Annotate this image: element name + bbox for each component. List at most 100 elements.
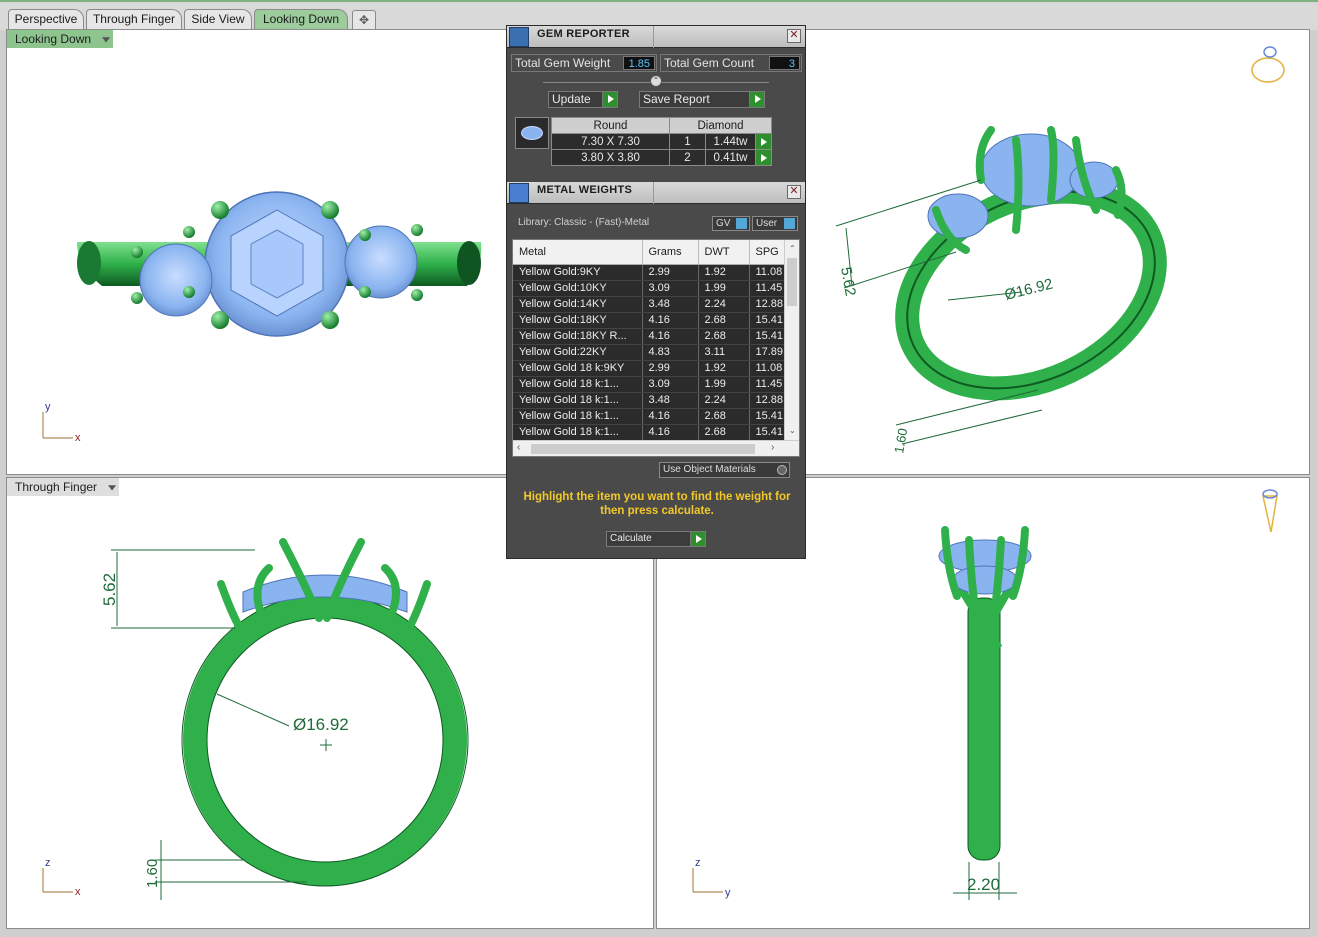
- metal-cell-dwt: 2.68: [698, 408, 750, 425]
- play-arrow-icon: [602, 92, 617, 107]
- gv-toggle-label: GV: [716, 218, 731, 229]
- metal-row[interactable]: Yellow Gold:9KY 2.99 1.92 11.08: [513, 264, 788, 281]
- close-icon[interactable]: ✕: [787, 29, 801, 43]
- scroll-thumb[interactable]: [787, 258, 797, 306]
- horizontal-scrollbar[interactable]: ‹ ›: [513, 440, 799, 456]
- metal-row[interactable]: Yellow Gold:22KY 4.83 3.11 17.89: [513, 344, 788, 361]
- metal-row[interactable]: Yellow Gold 18 k:9KY 2.99 1.92 11.08: [513, 360, 788, 377]
- metal-row[interactable]: Yellow Gold 18 k:1... 4.16 2.68 15.41: [513, 408, 788, 425]
- metal-row[interactable]: Yellow Gold:18KY R... 4.16 2.68 15.41: [513, 328, 788, 345]
- gem-reporter-title: GEM REPORTER: [537, 28, 630, 40]
- select-arrow-icon[interactable]: [755, 133, 772, 150]
- side-stone-left: [139, 243, 213, 317]
- ring-side-thumbnail-icon: [1262, 489, 1278, 533]
- axis-indicator: [42, 412, 73, 439]
- scroll-thumb[interactable]: [531, 444, 755, 454]
- dimension-diameter: Ø16.92: [293, 715, 349, 734]
- scroll-down-icon[interactable]: ⌄: [789, 426, 796, 435]
- metal-cell-metal: Yellow Gold:18KY R...: [513, 328, 643, 345]
- gem-table-header-shape: Round: [551, 117, 670, 134]
- metal-cell-metal: Yellow Gold:18KY: [513, 312, 643, 329]
- total-gem-count-field[interactable]: 3: [769, 56, 800, 70]
- metal-cell-grams: 4.16: [642, 408, 699, 425]
- metal-cell-spg: 11.45: [749, 280, 788, 297]
- tab-through-finger[interactable]: Through Finger: [86, 9, 182, 29]
- center-stone: [980, 133, 1082, 207]
- add-tab-icon[interactable]: ✥: [352, 10, 376, 29]
- gem-table-header-type: Diamond: [669, 117, 772, 134]
- metal-row[interactable]: Yellow Gold:18KY 4.16 2.68 15.41: [513, 312, 788, 329]
- close-icon[interactable]: ✕: [787, 185, 801, 199]
- metal-cell-metal: Yellow Gold:22KY: [513, 344, 643, 361]
- round-diamond-icon: [515, 117, 549, 149]
- metal-cell-grams: 3.48: [642, 296, 699, 313]
- collapse-icon[interactable]: ⌃: [650, 75, 662, 87]
- scroll-left-icon[interactable]: ‹: [517, 442, 520, 453]
- dimension-band: 1.60: [891, 427, 910, 455]
- spg-column-header[interactable]: SPG: [749, 240, 788, 265]
- axis-label-z: z: [45, 857, 51, 869]
- vertical-scrollbar[interactable]: ⌃ ⌄: [784, 240, 799, 442]
- metal-cell-metal: Yellow Gold:10KY: [513, 280, 643, 297]
- axis-indicator: [692, 868, 723, 893]
- gem-table-row[interactable]: 3.80 X 3.80 2 0.41tw: [551, 149, 772, 166]
- metal-cell-spg: 11.08: [749, 360, 788, 377]
- metal-cell-dwt: 1.99: [698, 376, 750, 393]
- dwt-column-header[interactable]: DWT: [698, 240, 750, 265]
- toggle-knob-icon: [784, 218, 795, 229]
- gv-toggle[interactable]: GV: [712, 216, 750, 231]
- user-toggle[interactable]: User: [752, 216, 798, 231]
- scroll-up-icon[interactable]: ⌃: [789, 244, 796, 253]
- gem-count: 1: [669, 133, 706, 150]
- metal-cell-grams: 2.99: [642, 360, 699, 377]
- metal-cell-spg: 12.88: [749, 296, 788, 313]
- tab-side-view[interactable]: Side View: [184, 9, 252, 29]
- metal-row[interactable]: Yellow Gold 18 k:1... 4.16 2.68 15.41: [513, 424, 788, 441]
- use-object-materials-toggle[interactable]: Use Object Materials: [659, 462, 790, 478]
- gem-reporter-header[interactable]: GEM REPORTER ✕: [507, 26, 805, 48]
- update-button[interactable]: Update: [548, 91, 618, 108]
- play-arrow-icon: [690, 532, 705, 546]
- metal-cell-grams: 2.99: [642, 264, 699, 281]
- calculate-hint: Highlight the item you want to find the …: [523, 491, 791, 517]
- metal-cell-spg: 11.45: [749, 376, 788, 393]
- total-gem-count-label: Total Gem Count: [664, 56, 755, 70]
- metal-row[interactable]: Yellow Gold:10KY 3.09 1.99 11.45: [513, 280, 788, 297]
- save-report-button[interactable]: Save Report: [639, 91, 765, 108]
- metal-weights-table: Metal Grams DWT SPG Yellow Gold:9KY 2.99 1…: [513, 240, 788, 441]
- side-stone-right: [344, 225, 418, 299]
- use-object-materials-label: Use Object Materials: [663, 464, 756, 475]
- gem-weight: 1.44tw: [705, 133, 756, 150]
- library-label: Library: Classic - (Fast)-Metal: [518, 217, 650, 228]
- tab-looking-down[interactable]: Looking Down: [254, 9, 348, 29]
- metal-row[interactable]: Yellow Gold:14KY 3.48 2.24 12.88: [513, 296, 788, 313]
- metal-cell-grams: 4.16: [642, 312, 699, 329]
- metal-row[interactable]: Yellow Gold 18 k:1... 3.09 1.99 11.45: [513, 376, 788, 393]
- metal-cell-dwt: 1.92: [698, 360, 750, 377]
- metal-cell-dwt: 2.68: [698, 328, 750, 345]
- scroll-right-icon[interactable]: ›: [771, 442, 774, 453]
- grams-column-header[interactable]: Grams: [642, 240, 699, 265]
- metal-weights-header[interactable]: METAL WEIGHTS ✕: [507, 182, 805, 204]
- axis-label-x: x: [75, 886, 81, 898]
- metal-column-header[interactable]: Metal: [513, 240, 643, 265]
- metal-cell-dwt: 3.11: [698, 344, 750, 361]
- total-gem-weight-field[interactable]: 1.85: [623, 56, 655, 70]
- metal-cell-dwt: 1.99: [698, 280, 750, 297]
- metal-weights-table-container[interactable]: Metal Grams DWT SPG Yellow Gold:9KY 2.99 1…: [512, 239, 800, 457]
- gem-table-row[interactable]: 7.30 X 7.30 1 1.44tw: [551, 133, 772, 150]
- metal-cell-grams: 3.09: [642, 376, 699, 393]
- calculate-button[interactable]: Calculate: [606, 531, 706, 547]
- play-arrow-icon: [749, 92, 764, 107]
- metal-cell-metal: Yellow Gold:9KY: [513, 264, 643, 281]
- tab-perspective[interactable]: Perspective: [8, 9, 84, 29]
- select-arrow-icon[interactable]: [755, 149, 772, 166]
- axis-indicator: [42, 868, 73, 893]
- radio-icon: [777, 465, 787, 475]
- metal-cell-spg: 12.88: [749, 392, 788, 409]
- dimension-width: 2.20: [967, 875, 1000, 894]
- ring-thumbnail-icon: [1251, 46, 1285, 83]
- metal-row[interactable]: Yellow Gold 18 k:1... 3.48 2.24 12.88: [513, 392, 788, 409]
- application-window: Perspective Through Finger Side View Loo…: [0, 0, 1318, 937]
- axis-label-x: x: [75, 432, 81, 444]
